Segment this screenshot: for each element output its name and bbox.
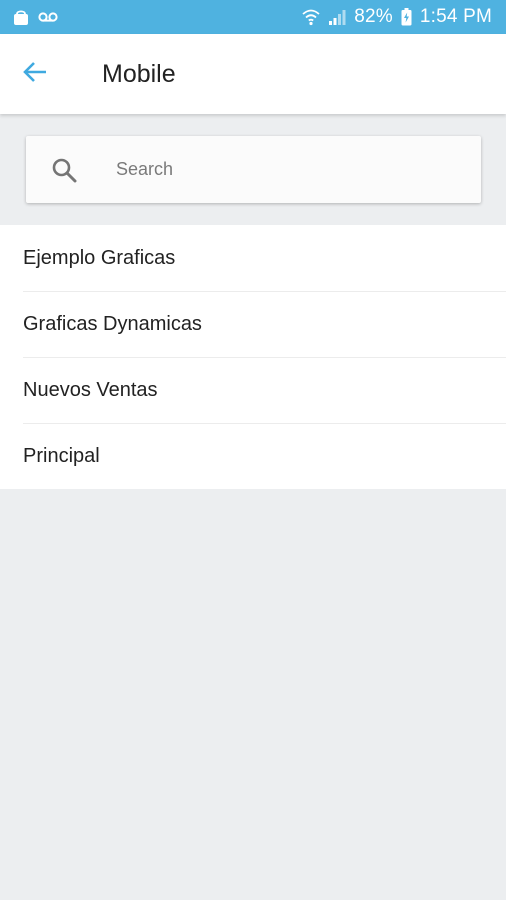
shopping-bag-icon: [12, 8, 30, 26]
battery-charging-icon: [401, 8, 412, 26]
wifi-icon: [302, 8, 320, 26]
search-section: [0, 114, 506, 225]
list-item-nuevos-ventas[interactable]: Nuevos Ventas: [0, 357, 506, 423]
arrow-back-icon: [22, 59, 48, 90]
list-item-label: Principal: [23, 444, 100, 467]
signal-icon: [328, 9, 346, 25]
search-bar[interactable]: [26, 136, 481, 203]
list-item-label: Nuevos Ventas: [23, 378, 158, 401]
status-time: 1:54 PM: [419, 6, 492, 27]
battery-percent: 82%: [354, 6, 393, 27]
status-bar-left: [12, 8, 58, 26]
page-list: Ejemplo Graficas Graficas Dynamicas Nuev…: [0, 225, 506, 489]
back-button[interactable]: [0, 34, 70, 114]
voicemail-icon: [38, 11, 58, 23]
list-item-label: Graficas Dynamicas: [23, 312, 202, 335]
status-bar-right: 82% 1:54 PM: [302, 6, 492, 28]
search-icon[interactable]: [26, 157, 102, 183]
list-item-graficas-dynamicas[interactable]: Graficas Dynamicas: [0, 291, 506, 357]
search-input[interactable]: [102, 136, 481, 203]
app-bar: Mobile: [0, 34, 506, 114]
list-item-label: Ejemplo Graficas: [23, 246, 176, 269]
list-item-ejemplo-graficas[interactable]: Ejemplo Graficas: [0, 225, 506, 291]
list-item-principal[interactable]: Principal: [0, 423, 506, 489]
status-bar: 82% 1:54 PM: [0, 0, 506, 34]
page-title: Mobile: [102, 59, 176, 88]
